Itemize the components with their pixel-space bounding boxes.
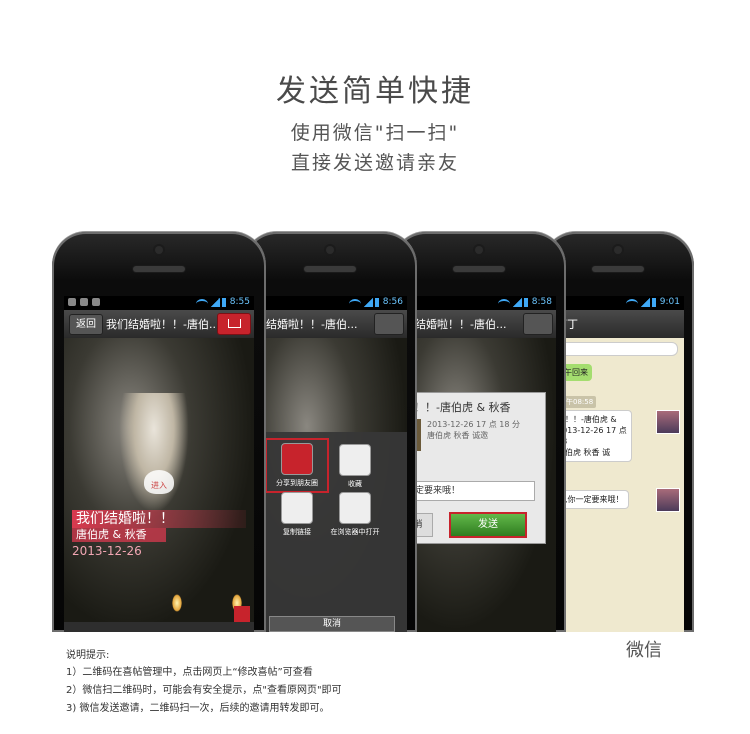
front-camera [614, 246, 622, 254]
copy-link-icon [281, 492, 313, 524]
status-time: 8:56 [382, 297, 403, 307]
signal-icon [363, 298, 373, 307]
front-camera [155, 246, 163, 254]
phone-1: 8:55 返回 我们结婚啦！！-唐伯... 进入 我们结婚啦！！ 唐伯虎 & 秋… [52, 232, 266, 632]
status-time: 9:01 [659, 297, 680, 307]
front-camera [326, 246, 334, 254]
message-input[interactable]: 一定要来哦！ [403, 481, 535, 501]
send-button[interactable]: 发送 [449, 512, 527, 538]
front-camera [475, 246, 483, 254]
battery-icon [375, 298, 379, 307]
nav-title: 们结婚啦！！-唐伯... [404, 318, 507, 331]
seal-icon [234, 606, 250, 622]
note-line-2: 2）微信扫二维码时，可能会有安全提示，点"查看原网页"即可 [66, 685, 342, 696]
wifi-icon [349, 299, 361, 309]
speaker-grille [592, 266, 644, 272]
status-bar: 9:01 [552, 296, 684, 310]
back-button[interactable]: 返回 [69, 314, 103, 335]
nav-bar: 丁丁 [552, 310, 684, 338]
menu-item-label: 复制链接 [283, 528, 311, 536]
battery-icon [652, 298, 656, 307]
cube-icon [339, 444, 371, 476]
nav-bar: 返回 我们结婚啦！！-唐伯... [64, 310, 254, 338]
phone-3: 8:58 们结婚啦！！-唐伯... 啦！！-唐伯虎 & 秋香 2013-12-2… [392, 232, 566, 632]
chat-area: 下午回来 上午08:58 啦！！-唐伯虎 & 2013-12-26 17 点 1… [552, 338, 684, 632]
battery-icon [222, 298, 226, 307]
wifi-icon [626, 299, 638, 309]
status-bar: 8:58 [402, 296, 556, 310]
menu-item-open-browser[interactable]: 在浏览器中打开 [325, 492, 385, 537]
usb-icon [68, 298, 76, 306]
android-icon [80, 298, 88, 306]
phone-4-screen: 9:01 丁丁 下午回来 上午08:58 啦！！-唐伯虎 & 2013-12-2… [552, 296, 684, 632]
signal-icon [512, 298, 522, 307]
battery-icon [524, 298, 528, 307]
phone-2: 8:56 们结婚啦！！-唐伯... 分享到朋友圈 收藏 复制链接 在浏览器中打开 [243, 232, 417, 632]
status-bar: 8:56 [253, 296, 407, 310]
enter-heart-button[interactable]: 进入 [144, 470, 174, 494]
subtitle-line-2: 直接发送邀请亲友 [290, 152, 459, 174]
wifi-icon [498, 299, 510, 309]
dialog-info: 2013-12-26 17 点 18 分 唐伯虎 秋香 诚邀 [427, 419, 520, 441]
chat-search-input[interactable] [556, 342, 678, 356]
status-time: 8:58 [531, 297, 552, 307]
phone-3-screen: 8:58 们结婚啦！！-唐伯... 啦！！-唐伯虎 & 秋香 2013-12-2… [402, 296, 556, 632]
subtitle-line-1: 使用微信"扫一扫" [290, 122, 460, 144]
speaker-grille [304, 266, 356, 272]
avatar[interactable] [656, 488, 680, 512]
share-button[interactable] [374, 313, 404, 335]
menu-item-copy-link[interactable]: 复制链接 [267, 492, 327, 537]
dialog-info-line-2: 唐伯虎 秋香 诚邀 [427, 431, 489, 440]
cancel-button[interactable]: 取消 [269, 616, 395, 632]
share-button[interactable] [523, 313, 553, 335]
browser-icon [339, 492, 371, 524]
speaker-grille [453, 266, 505, 272]
bottom-bar [64, 622, 254, 632]
menu-item-label: 收藏 [348, 480, 362, 488]
menu-item-favorite[interactable]: 收藏 [325, 444, 385, 489]
dialog-info-line-1: 2013-12-26 17 点 18 分 [427, 420, 521, 429]
nav-bar: 们结婚啦！！-唐伯... [402, 310, 556, 338]
status-time: 8:55 [229, 297, 250, 307]
page-title: 发送简单快捷 [276, 74, 474, 109]
notes-heading: 说明提示: [66, 650, 110, 661]
lantern-icon [172, 594, 182, 612]
hero-names: 唐伯虎 & 秋香 [72, 528, 166, 542]
phone-1-screen: 8:55 返回 我们结婚啦！！-唐伯... 进入 我们结婚啦！！ 唐伯虎 & 秋… [64, 296, 254, 632]
avatar[interactable] [656, 410, 680, 434]
share-icon [228, 319, 241, 328]
status-bar: 8:55 [64, 296, 254, 310]
signal-icon [640, 298, 650, 307]
note-line-1: 1）二维码在喜帖管理中，点击网页上“修改喜帖”可查看 [66, 667, 313, 678]
nav-bar: 们结婚啦！！-唐伯... [253, 310, 407, 338]
nav-title: 我们结婚啦！！-唐伯... [106, 318, 220, 331]
phone-2-screen: 8:56 们结婚啦！！-唐伯... 分享到朋友圈 收藏 复制链接 在浏览器中打开 [253, 296, 407, 632]
menu-item-label: 在浏览器中打开 [330, 528, 380, 536]
note-line-3: 3) 微信发送邀请，二维码扫一次，后续的邀请用转发即可。 [66, 703, 330, 714]
wifi-icon [196, 299, 208, 309]
chat-card-line: 2013-12-26 17 点 18 [557, 426, 627, 446]
speaker-grille [133, 266, 185, 272]
share-dialog: 啦！！-唐伯虎 & 秋香 2013-12-26 17 点 18 分 唐伯虎 秋香… [402, 392, 546, 544]
share-menu: 分享到朋友圈 收藏 复制链接 在浏览器中打开 取消 [253, 432, 407, 632]
dialog-title: 啦！！-唐伯虎 & 秋香 [403, 401, 511, 414]
signal-icon [210, 298, 220, 307]
couple-figure [119, 393, 189, 513]
notification-icon [92, 298, 100, 306]
wechat-label: 微信 [626, 640, 662, 661]
share-button[interactable] [217, 313, 251, 335]
camera-shutter-icon [281, 443, 313, 475]
menu-item-label: 分享到朋友圈 [276, 479, 318, 487]
hero-date: 2013-12-26 [72, 544, 142, 558]
chat-card-line: 唐伯虎 秋香 诚 [557, 448, 611, 457]
menu-item-share-moments[interactable]: 分享到朋友圈 [265, 438, 329, 493]
chat-card-title: 啦！！-唐伯虎 & [557, 415, 617, 424]
hero-title: 我们结婚啦！！ [72, 510, 246, 528]
wedding-photo: 进入 我们结婚啦！！ 唐伯虎 & 秋香 2013-12-26 [64, 338, 254, 632]
nav-title: 们结婚啦！！-唐伯... [255, 318, 358, 331]
